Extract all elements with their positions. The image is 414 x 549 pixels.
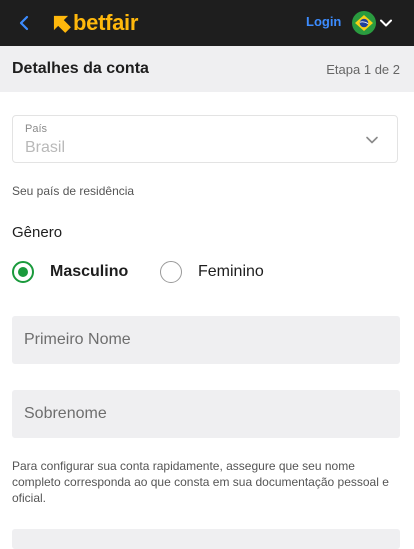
brand-name: betfair — [73, 10, 139, 35]
radio-unchecked-icon[interactable] — [160, 261, 182, 283]
chevron-left-icon — [19, 15, 29, 31]
country-value: Brasil — [25, 139, 66, 156]
step-indicator: Etapa 1 de 2 — [326, 62, 400, 77]
next-input-field[interactable] — [12, 529, 400, 549]
chevron-down-icon — [366, 136, 378, 144]
radio-checked-icon[interactable] — [12, 261, 34, 283]
last-name-input[interactable] — [12, 390, 400, 438]
login-link[interactable]: Login — [306, 14, 341, 29]
name-info-note: Para configurar sua conta rapidamente, a… — [12, 459, 389, 505]
back-button[interactable] — [14, 11, 34, 35]
account-details-header: Detalhes da conta Etapa 1 de 2 — [0, 46, 414, 92]
country-select[interactable]: País Brasil — [12, 115, 398, 163]
gender-option-label: Masculino — [50, 263, 129, 280]
top-bar: betfair Login — [0, 0, 414, 46]
gender-option-female[interactable]: Feminino — [160, 259, 264, 285]
page-title: Detalhes da conta — [12, 60, 149, 77]
betfair-arrow-icon — [53, 15, 71, 33]
country-helper-text: Seu país de residência — [12, 184, 135, 198]
country-label: País — [25, 123, 48, 135]
first-name-input[interactable] — [12, 316, 400, 364]
gender-option-male[interactable]: Masculino — [12, 259, 128, 285]
betfair-logo[interactable]: betfair — [50, 9, 138, 37]
gender-option-label: Feminino — [198, 263, 264, 280]
chevron-down-icon[interactable] — [379, 16, 393, 30]
brazil-flag-icon[interactable] — [352, 11, 376, 35]
gender-label: Gênero — [12, 224, 63, 241]
